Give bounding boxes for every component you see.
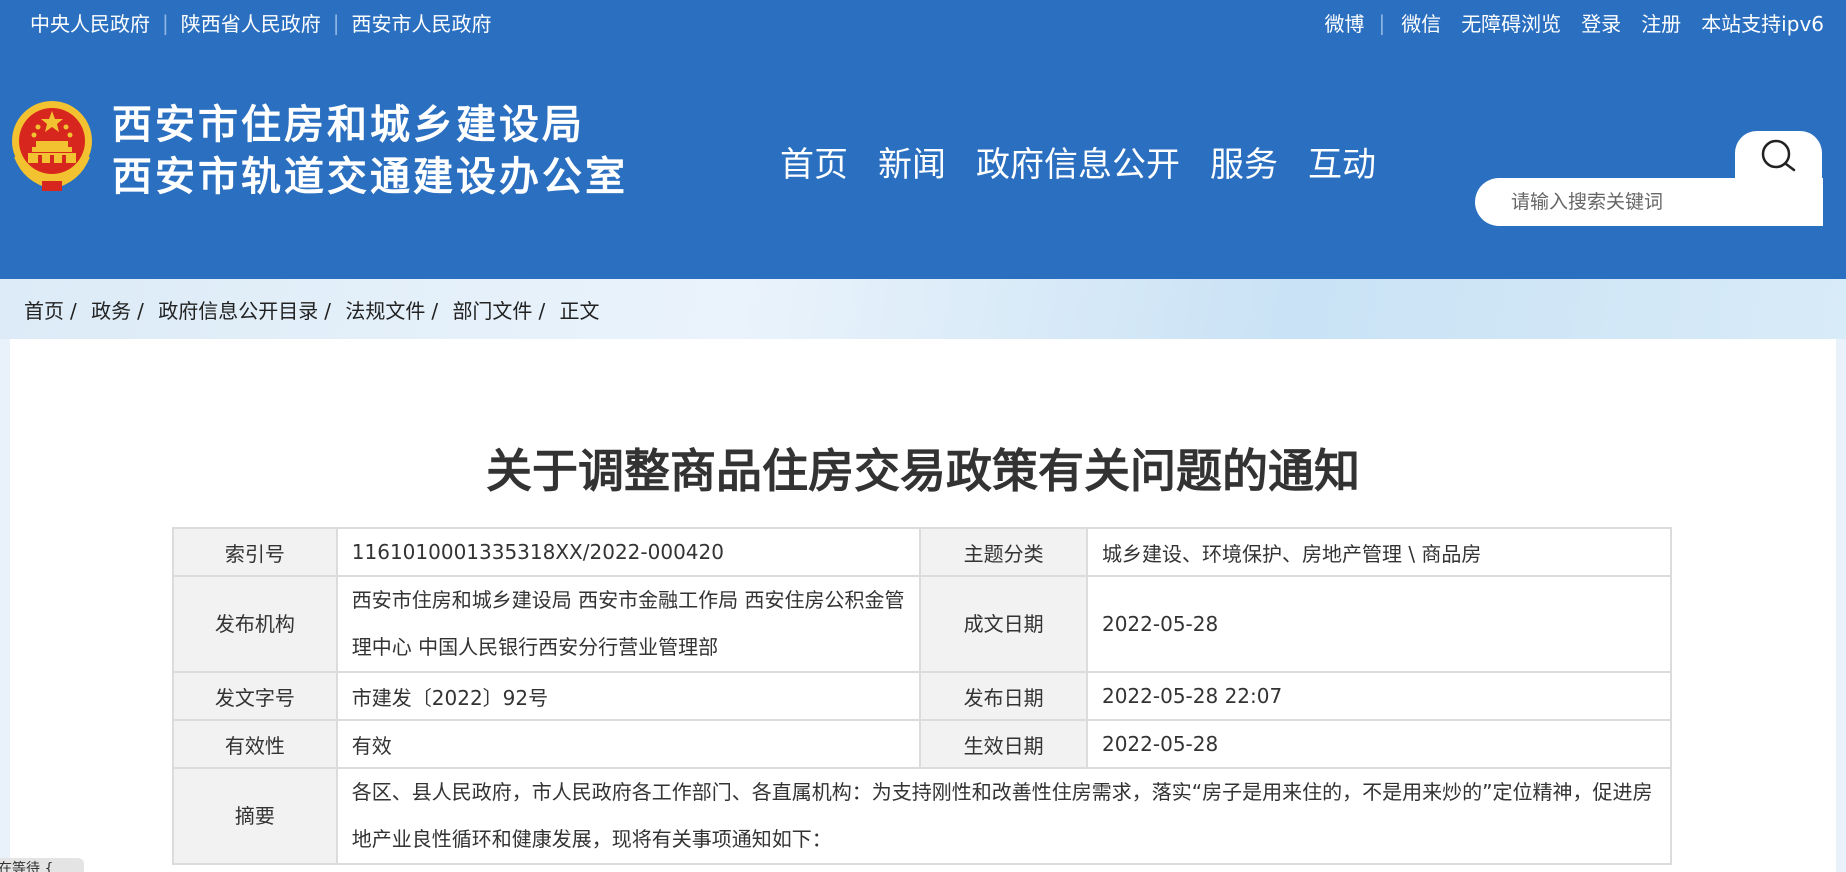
document-title: 关于调整商品住房交易政策有关问题的通知 bbox=[486, 444, 1360, 498]
document-meta-table: 索引号 1161010001335318XX/2022-000420 主题分类 … bbox=[172, 527, 1673, 865]
separator: | bbox=[1378, 10, 1386, 35]
breadcrumb-band: 首页 / 政务 / 政府信息公开目录 / 法规文件 / 部门文件 / 正文 bbox=[0, 279, 1846, 339]
nav-news[interactable]: 新闻 bbox=[878, 137, 946, 186]
search-icon bbox=[1761, 139, 1795, 172]
nav-interaction[interactable]: 互动 bbox=[1308, 137, 1376, 186]
top-utility-bar: 中央人民政府 | 陕西省人民政府 | 西安市人民政府 微博 | 微信 无障碍浏览… bbox=[0, 0, 1846, 47]
written-date-value: 2022-05-28 bbox=[1085, 575, 1673, 673]
publish-date-label: 发布日期 bbox=[919, 671, 1088, 721]
effective-date-value: 2022-05-28 bbox=[1085, 719, 1673, 769]
summary-value: 各区、县人民政府，市人民政府各工作部门、各直属机构：为支持刚性和改善性住房需求，… bbox=[335, 767, 1673, 865]
index-label: 索引号 bbox=[172, 527, 338, 577]
link-accessibility[interactable]: 无障碍浏览 bbox=[1461, 8, 1561, 37]
separator: | bbox=[332, 10, 340, 35]
search-input[interactable] bbox=[1475, 178, 1823, 226]
breadcrumb-regulations[interactable]: 法规文件 bbox=[345, 299, 425, 323]
breadcrumb-disclosure-catalog[interactable]: 政府信息公开目录 bbox=[158, 299, 318, 323]
effective-date-label: 生效日期 bbox=[919, 719, 1088, 769]
breadcrumb-home[interactable]: 首页 bbox=[24, 299, 64, 323]
content-panel: 关于调整商品住房交易政策有关问题的通知 索引号 1161010001335318… bbox=[10, 339, 1836, 872]
breadcrumb-department-docs[interactable]: 部门文件 bbox=[452, 299, 532, 323]
nav-services[interactable]: 服务 bbox=[1210, 137, 1278, 186]
link-ipv6[interactable]: 本站支持ipv6 bbox=[1701, 8, 1824, 37]
breadcrumb: 首页 / 政务 / 政府信息公开目录 / 法规文件 / 部门文件 / 正文 bbox=[24, 299, 600, 323]
issuer-value: 西安市住房和城乡建设局 西安市金融工作局 西安住房公积金管理中心 中国人民银行西… bbox=[335, 575, 922, 673]
table-row: 发文字号 市建发〔2022〕92号 发布日期 2022-05-28 22:07 bbox=[172, 671, 1673, 721]
breadcrumb-current: 正文 bbox=[559, 299, 600, 323]
link-wechat[interactable]: 微信 bbox=[1401, 8, 1441, 37]
site-title[interactable]: 西安市住房和城乡建设局 西安市轨道交通建设办公室 bbox=[112, 99, 628, 203]
national-emblem-icon[interactable] bbox=[8, 97, 96, 193]
issuer-label: 发布机构 bbox=[172, 575, 338, 673]
doc-number-label: 发文字号 bbox=[172, 671, 338, 721]
search-button[interactable] bbox=[1735, 131, 1822, 181]
doc-number-value: 市建发〔2022〕92号 bbox=[335, 671, 922, 721]
site-title-line2: 西安市轨道交通建设办公室 bbox=[112, 153, 628, 200]
main-nav: 首页 新闻 政府信息公开 服务 互动 bbox=[780, 137, 1406, 186]
table-row: 有效性 有效 生效日期 2022-05-28 bbox=[172, 719, 1673, 769]
nav-home[interactable]: 首页 bbox=[780, 137, 848, 186]
validity-label: 有效性 bbox=[172, 719, 338, 769]
link-register[interactable]: 注册 bbox=[1641, 8, 1681, 37]
link-weibo[interactable]: 微博 bbox=[1324, 8, 1364, 37]
link-xian-gov[interactable]: 西安市人民政府 bbox=[352, 8, 492, 37]
topic-label: 主题分类 bbox=[919, 527, 1088, 577]
topic-value: 城乡建设、环境保护、房地产管理 \ 商品房 bbox=[1085, 527, 1673, 577]
written-date-label: 成文日期 bbox=[919, 575, 1088, 673]
breadcrumb-affairs[interactable]: 政务 bbox=[91, 299, 131, 323]
user-links: 微博 | 微信 无障碍浏览 登录 注册 本站支持ipv6 bbox=[1304, 8, 1824, 37]
table-row: 索引号 1161010001335318XX/2022-000420 主题分类 … bbox=[172, 527, 1673, 577]
publish-date-value: 2022-05-28 22:07 bbox=[1085, 671, 1673, 721]
table-row: 摘要 各区、县人民政府，市人民政府各工作部门、各直属机构：为支持刚性和改善性住房… bbox=[172, 767, 1673, 865]
nav-info-disclosure[interactable]: 政府信息公开 bbox=[976, 137, 1180, 186]
status-tooltip: 在等待 { bbox=[0, 858, 84, 872]
link-shaanxi-gov[interactable]: 陕西省人民政府 bbox=[181, 8, 321, 37]
validity-value: 有效 bbox=[335, 719, 922, 769]
index-value: 1161010001335318XX/2022-000420 bbox=[335, 527, 922, 577]
link-central-gov[interactable]: 中央人民政府 bbox=[30, 8, 150, 37]
summary-label: 摘要 bbox=[172, 767, 338, 865]
site-header: 西安市住房和城乡建设局 西安市轨道交通建设办公室 首页 新闻 政府信息公开 服务… bbox=[0, 47, 1846, 279]
gov-links: 中央人民政府 | 陕西省人民政府 | 西安市人民政府 bbox=[30, 8, 492, 37]
table-row: 发布机构 西安市住房和城乡建设局 西安市金融工作局 西安住房公积金管理中心 中国… bbox=[172, 575, 1673, 673]
site-title-line1: 西安市住房和城乡建设局 bbox=[112, 101, 585, 148]
link-login[interactable]: 登录 bbox=[1581, 8, 1621, 37]
separator: | bbox=[162, 10, 169, 35]
